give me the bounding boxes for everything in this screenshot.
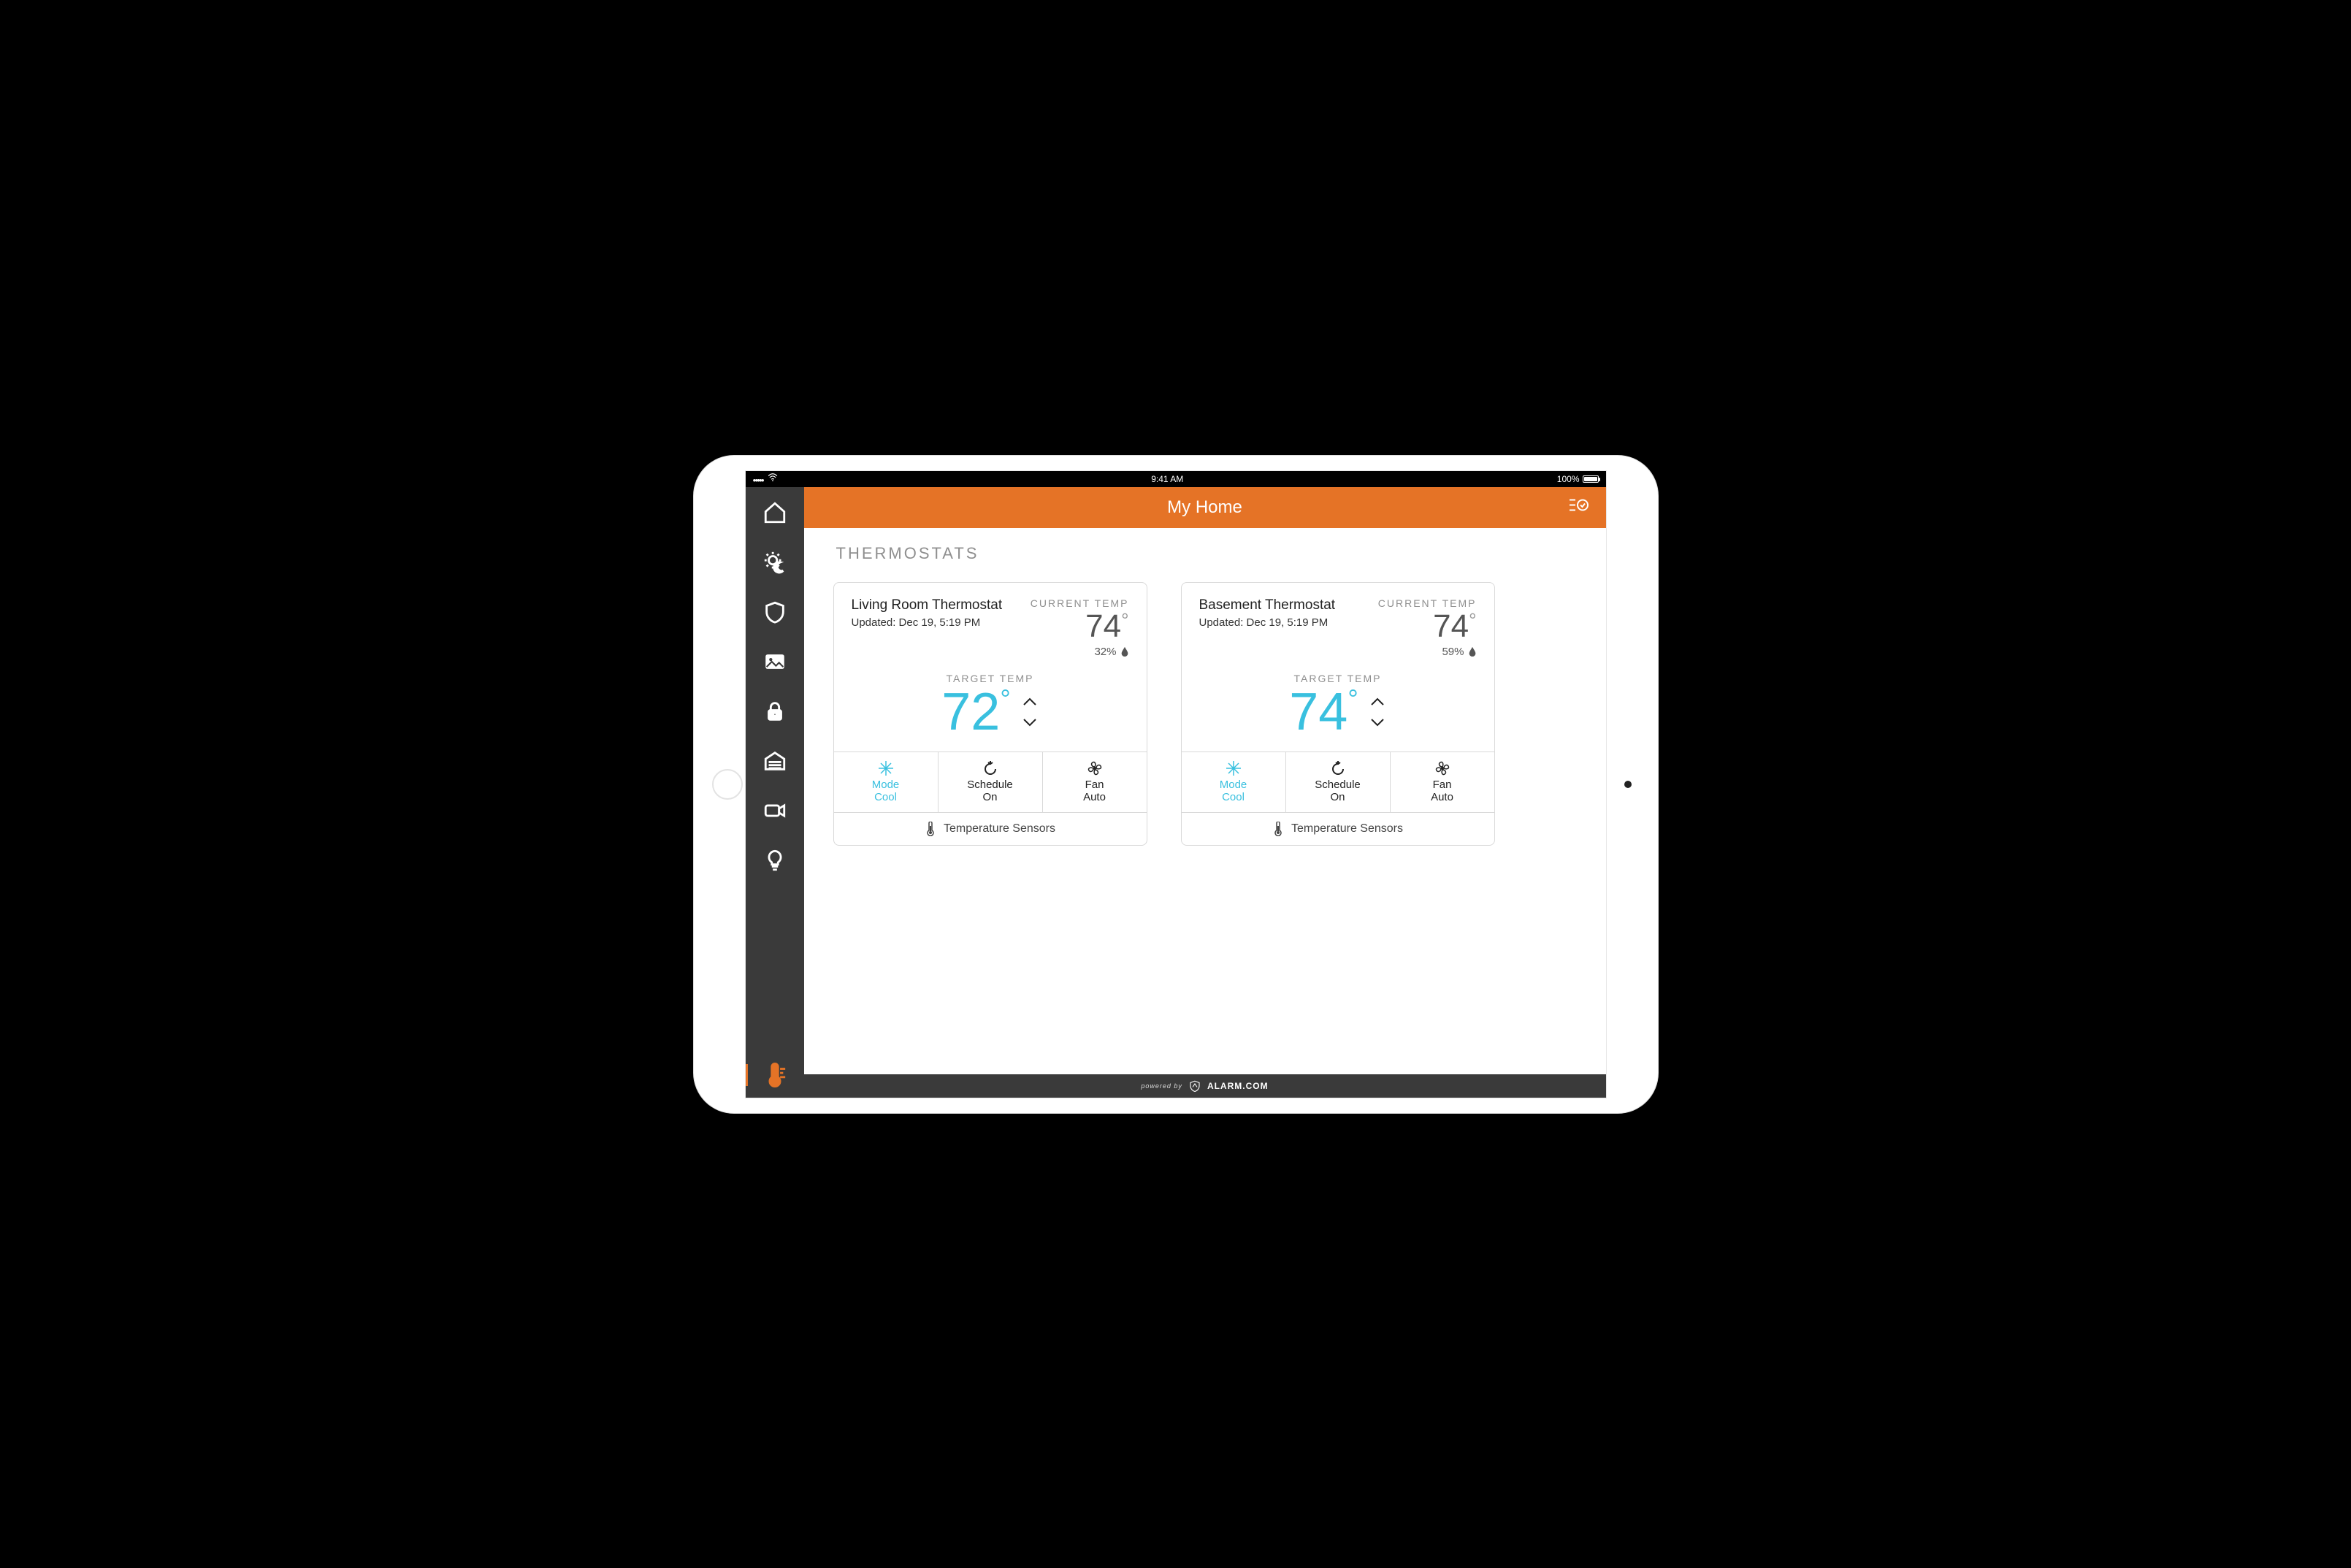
shield-icon <box>762 600 787 624</box>
schedules-button[interactable] <box>1568 497 1589 518</box>
battery-label: 100% <box>1557 474 1580 484</box>
temp-down-button[interactable] <box>1369 716 1386 729</box>
thermostat-cards: Living Room Thermostat Updated: Dec 19, … <box>833 582 1577 846</box>
page-title: My Home <box>1167 497 1242 518</box>
mode-button[interactable]: Mode Cool <box>834 752 939 812</box>
target-temp-value: 72° <box>941 686 1011 738</box>
status-time: 9:41 AM <box>1151 474 1183 484</box>
powered-by-label: powered by <box>1141 1082 1182 1090</box>
sidebar-item-lights[interactable] <box>760 845 790 876</box>
droplet-icon <box>1120 646 1129 657</box>
main: My Home THERMOSTATS <box>804 487 1606 1098</box>
sidebar-item-garage[interactable] <box>760 746 790 776</box>
thermostat-updated: Updated: Dec 19, 5:19 PM <box>852 616 1003 629</box>
humidity-value: 59% <box>1442 646 1464 658</box>
temp-down-button[interactable] <box>1021 716 1039 729</box>
schedule-button[interactable]: Schedule On <box>939 752 1043 812</box>
schedule-icon <box>1329 760 1347 777</box>
sidebar-item-thermostats[interactable] <box>760 1060 790 1090</box>
sidebar-item-images[interactable] <box>760 646 790 677</box>
temp-up-button[interactable] <box>1021 695 1039 708</box>
thermometer-icon <box>1272 822 1284 836</box>
brand-label: ALARM.COM <box>1207 1081 1269 1091</box>
sidebar-item-security[interactable] <box>760 597 790 627</box>
thermostat-card: Basement Thermostat Updated: Dec 19, 5:1… <box>1181 582 1495 846</box>
tablet-camera <box>1624 781 1632 788</box>
temp-up-button[interactable] <box>1369 695 1386 708</box>
humidity: 59% <box>1378 646 1477 658</box>
lock-icon <box>762 699 787 724</box>
current-temp-value: 74° <box>1378 611 1477 643</box>
sensors-label: Temperature Sensors <box>1291 822 1403 835</box>
sidebar-item-locks[interactable] <box>760 696 790 727</box>
snowflake-icon <box>1225 760 1242 777</box>
humidity-value: 32% <box>1094 646 1116 658</box>
thermostat-name: Living Room Thermostat <box>852 597 1003 613</box>
droplet-icon <box>1468 646 1477 657</box>
tablet-home-button <box>712 769 743 800</box>
sidebar <box>746 487 804 1098</box>
tablet-frame: 9:41 AM 100% <box>694 456 1658 1113</box>
section-heading: THERMOSTATS <box>836 544 1577 563</box>
title-bar: My Home <box>804 487 1606 528</box>
sun-moon-icon <box>762 550 787 575</box>
footer: powered by ALARM.COM <box>804 1074 1606 1098</box>
home-icon <box>762 500 787 525</box>
wifi-icon <box>768 473 778 485</box>
content: THERMOSTATS Living Room Thermostat Updat… <box>804 528 1606 1074</box>
thermostat-name: Basement Thermostat <box>1199 597 1336 613</box>
image-icon <box>762 649 787 674</box>
humidity: 32% <box>1031 646 1129 658</box>
thermostat-updated: Updated: Dec 19, 5:19 PM <box>1199 616 1336 629</box>
thermostat-card: Living Room Thermostat Updated: Dec 19, … <box>833 582 1147 846</box>
schedule-button[interactable]: Schedule On <box>1286 752 1391 812</box>
sidebar-item-scenes[interactable] <box>760 547 790 578</box>
mode-button[interactable]: Mode Cool <box>1182 752 1286 812</box>
current-temp-label: CURRENT TEMP <box>1378 597 1477 609</box>
snowflake-icon <box>877 760 895 777</box>
temperature-sensors-button[interactable]: Temperature Sensors <box>834 812 1147 845</box>
fan-button[interactable]: Fan Auto <box>1043 752 1147 812</box>
fan-button[interactable]: Fan Auto <box>1391 752 1494 812</box>
sidebar-item-video[interactable] <box>760 795 790 826</box>
lightbulb-icon <box>762 848 787 873</box>
schedule-icon <box>982 760 999 777</box>
fan-icon <box>1086 760 1104 777</box>
sensors-label: Temperature Sensors <box>944 822 1055 835</box>
thermometer-icon <box>925 822 936 836</box>
fan-icon <box>1434 760 1451 777</box>
garage-icon <box>762 749 787 773</box>
current-temp-label: CURRENT TEMP <box>1031 597 1129 609</box>
status-bar: 9:41 AM 100% <box>746 471 1606 487</box>
sidebar-item-home[interactable] <box>760 497 790 528</box>
target-temp-value: 74° <box>1289 686 1358 738</box>
app: My Home THERMOSTATS <box>746 487 1606 1098</box>
thermostat-icon <box>762 1063 787 1087</box>
alarm-logo-icon <box>1188 1079 1201 1093</box>
temperature-sensors-button[interactable]: Temperature Sensors <box>1182 812 1494 845</box>
screen: 9:41 AM 100% <box>745 470 1607 1098</box>
cellular-signal-icon <box>753 474 763 484</box>
current-temp-value: 74° <box>1031 611 1129 643</box>
battery-icon <box>1583 475 1599 483</box>
schedule-list-icon <box>1568 497 1589 513</box>
video-icon <box>762 798 787 823</box>
